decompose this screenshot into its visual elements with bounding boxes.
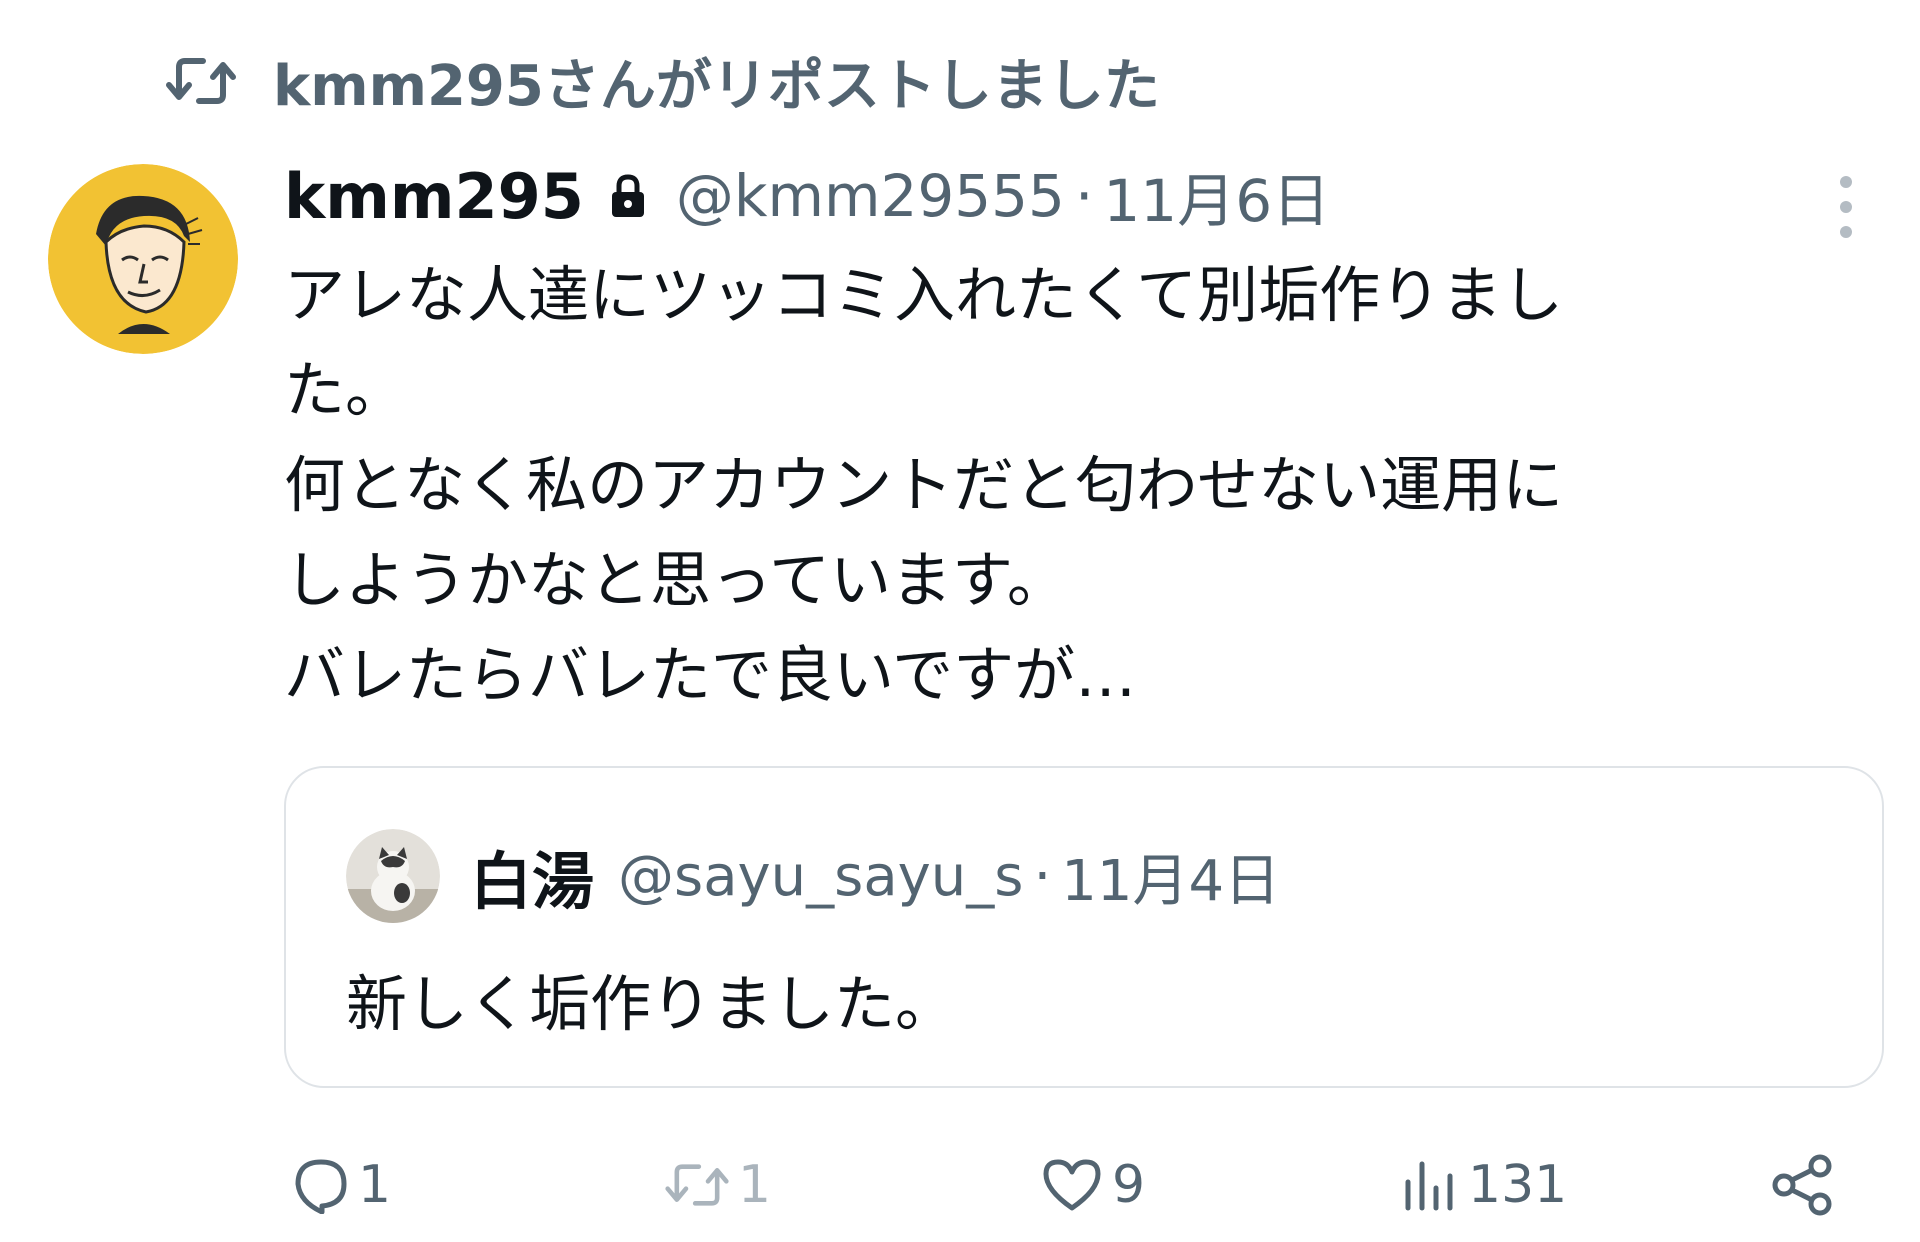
separator-dot: · [1033, 843, 1052, 909]
tweet-text-line: バレたらバレたで良いですが… [284, 640, 1137, 711]
quoted-author-display-name[interactable]: 白湯 [470, 831, 594, 921]
repost-banner-text: kmm295さんがリポストしました [273, 53, 1160, 119]
reply-icon [292, 1156, 350, 1214]
tweet-body[interactable]: kmm295 @kmm29555 · 11月6日 アレな人達にツッコミ入れたくて… [284, 150, 1874, 723]
views-button[interactable]: 131 [1400, 1140, 1567, 1230]
cat-avatar [346, 829, 440, 923]
repost-count: 1 [738, 1155, 772, 1215]
like-count: 9 [1112, 1155, 1146, 1215]
author-display-name[interactable]: kmm295 [284, 160, 584, 233]
more-vertical-icon[interactable] [1826, 172, 1866, 242]
tweet-text: アレな人達にツッコミ入れたくて別垢作りまし た。 何となく私のアカウントだと匂わ… [284, 248, 1864, 723]
tweet-text-line: た。 [284, 355, 407, 426]
lock-icon [610, 172, 650, 220]
like-button[interactable]: 9 [1040, 1140, 1145, 1230]
author-handle[interactable]: @kmm29555 [676, 162, 1065, 230]
author-avatar[interactable] [48, 164, 238, 354]
share-button[interactable] [1770, 1140, 1836, 1230]
tweet-text-line: しようかなと思っています。 [284, 545, 1068, 616]
reply-count: 1 [358, 1155, 392, 1215]
tweet-header: kmm295 @kmm29555 · 11月6日 [284, 150, 1874, 242]
action-bar: 1 1 9 131 [0, 1140, 1920, 1230]
views-count: 131 [1468, 1155, 1568, 1215]
tweet-text-line: アレな人達にツッコミ入れたくて別垢作りまし [284, 260, 1564, 331]
tweet-date[interactable]: 11月6日 [1103, 154, 1330, 238]
quoted-tweet-date[interactable]: 11月4日 [1061, 836, 1280, 917]
quoted-tweet-text: 新しく垢作りました。 [346, 969, 957, 1040]
views-icon [1400, 1156, 1460, 1214]
repost-banner[interactable]: kmm295さんがリポストしました [165, 40, 1160, 122]
repost-icon [664, 1160, 730, 1210]
quoted-author-handle[interactable]: @sayu_sayu_s [618, 844, 1023, 909]
share-icon [1770, 1152, 1836, 1218]
separator-dot: · [1074, 162, 1094, 230]
repost-button[interactable]: 1 [664, 1140, 771, 1230]
repost-icon [165, 53, 237, 109]
tweet-text-line: 何となく私のアカウントだと匂わせない運用に [284, 450, 1564, 521]
heart-icon [1040, 1156, 1104, 1214]
quoted-tweet-header: 白湯 @sayu_sayu_s · 11月4日 [346, 826, 1280, 926]
quoted-tweet-card[interactable]: 白湯 @sayu_sayu_s · 11月4日 新しく垢作りました。 [284, 766, 1884, 1088]
reply-button[interactable]: 1 [292, 1140, 391, 1230]
